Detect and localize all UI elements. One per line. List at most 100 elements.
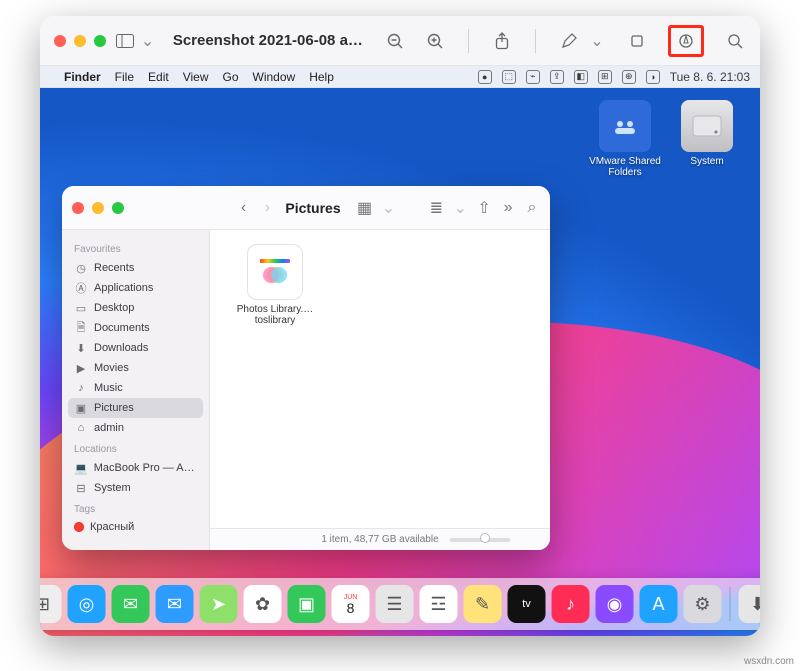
menubar-status-area: ● ⬚ ⌁ ⇪ ◧ ⊞ ⊕ ◑ Tue 8. 6. 21:03 <box>478 70 750 84</box>
dock-app-mail[interactable]: ✉ <box>156 585 194 623</box>
finder-toolbar: ‹ › Pictures ▦ ⌄ ≣ ⌄ ⇧ » ⌕ <box>62 186 550 230</box>
menu-edit[interactable]: Edit <box>148 70 169 84</box>
menubar: Finder File Edit View Go Window Help ● ⬚… <box>40 66 760 88</box>
menu-view[interactable]: View <box>183 70 209 84</box>
menubar-datetime[interactable]: Tue 8. 6. 21:03 <box>670 70 750 84</box>
finder-sidebar: Favourites ◷Recents ⒶApplications ▭Deskt… <box>62 230 210 550</box>
desktop-icon-system-disk[interactable]: System <box>668 100 746 167</box>
close-button[interactable] <box>72 202 84 214</box>
back-button[interactable]: ‹ <box>236 199 252 217</box>
menu-window[interactable]: Window <box>253 70 296 84</box>
sidebar-item-label: admin <box>94 422 124 434</box>
pen-icon[interactable] <box>558 30 580 52</box>
rotate-icon[interactable] <box>626 30 648 52</box>
dock-app-maps[interactable]: ➤ <box>200 585 238 623</box>
sidebar-item-recents[interactable]: ◷Recents <box>68 258 203 278</box>
sidebar-item-label: MacBook Pro — Admin <box>94 462 197 474</box>
dock-app-calendar[interactable]: JUN8 <box>332 585 370 623</box>
dock-app-facetime[interactable]: ▣ <box>288 585 326 623</box>
dock-app-safari[interactable]: ◎ <box>68 585 106 623</box>
divider <box>468 29 469 53</box>
finder-window: ‹ › Pictures ▦ ⌄ ≣ ⌄ ⇧ » ⌕ Favourites ◷R… <box>62 186 550 550</box>
dock-app-podcasts[interactable]: ◉ <box>596 585 634 623</box>
markup-icon[interactable] <box>675 30 697 52</box>
menu-file[interactable]: File <box>115 70 134 84</box>
close-button[interactable] <box>54 35 66 47</box>
menu-go[interactable]: Go <box>223 70 239 84</box>
desktop-icon-shared-folder[interactable]: VMware Shared Folders <box>586 100 664 178</box>
file-item-photos-library[interactable]: Photos Library.…toslibrary <box>230 244 320 326</box>
status-icon[interactable]: ◧ <box>574 70 588 84</box>
sidebar-item-macbook[interactable]: 💻 MacBook Pro — Admin <box>68 458 203 478</box>
dock-app-launchpad[interactable]: ⊞ <box>40 585 62 623</box>
minimize-button[interactable] <box>74 35 86 47</box>
sidebar-item-desktop[interactable]: ▭Desktop <box>68 298 203 318</box>
share-icon[interactable]: ⇧ <box>476 198 492 218</box>
finder-window-controls <box>72 202 124 214</box>
sidebar-item-documents[interactable]: 🗎Documents <box>68 318 203 338</box>
image-icon: ▣ <box>74 401 88 415</box>
sidebar-item-home[interactable]: ⌂admin <box>68 418 203 438</box>
window-controls <box>54 35 106 47</box>
chevron-down-icon[interactable]: ⌄ <box>452 198 468 218</box>
status-text: 1 item, 48,77 GB available <box>321 534 438 545</box>
search-icon[interactable] <box>724 30 746 52</box>
status-icon[interactable]: ⇪ <box>550 70 564 84</box>
dock-app-appstore[interactable]: A <box>640 585 678 623</box>
dock-app-reminders[interactable]: ☲ <box>420 585 458 623</box>
sidebar-item-pictures[interactable]: ▣Pictures <box>68 398 203 418</box>
movie-icon: ▶ <box>74 361 88 375</box>
menu-help[interactable]: Help <box>309 70 334 84</box>
sidebar-item-applications[interactable]: ⒶApplications <box>68 278 203 298</box>
share-icon[interactable] <box>491 30 513 52</box>
file-label: Photos Library.…toslibrary <box>230 304 320 326</box>
search-icon[interactable]: ⌕ <box>524 199 540 217</box>
sidebar-item-downloads[interactable]: ⬇Downloads <box>68 338 203 358</box>
sidebar-item-movies[interactable]: ▶Movies <box>68 358 203 378</box>
status-icon[interactable]: ● <box>478 70 492 84</box>
chevron-down-icon[interactable]: ⌄ <box>138 30 156 52</box>
sidebar-item-label: Recents <box>94 262 134 274</box>
dock-app-notes[interactable]: ✎ <box>464 585 502 623</box>
zoom-in-icon[interactable] <box>424 30 446 52</box>
sidebar-item-system[interactable]: ⊟System <box>68 478 203 498</box>
tag-dot-icon <box>74 522 84 532</box>
minimize-button[interactable] <box>92 202 104 214</box>
document-icon: 🗎 <box>74 321 88 335</box>
dock-downloads[interactable]: ⬇ <box>739 585 761 623</box>
forward-button[interactable]: › <box>259 199 275 217</box>
music-icon: ♪ <box>74 381 88 395</box>
zoom-out-icon[interactable] <box>384 30 406 52</box>
desktop-icon-label: VMware Shared Folders <box>586 156 664 178</box>
laptop-icon: 💻 <box>74 461 88 475</box>
status-icon[interactable]: ⬚ <box>502 70 516 84</box>
view-mode-icon[interactable]: ▦ <box>357 198 373 218</box>
fullscreen-button[interactable] <box>112 202 124 214</box>
group-icon[interactable]: ≣ <box>428 198 444 218</box>
sidebar-item-label: Downloads <box>94 342 148 354</box>
icon-size-slider-knob[interactable] <box>480 533 490 543</box>
finder-statusbar: 1 item, 48,77 GB available <box>210 528 550 550</box>
status-icon[interactable]: ⊕ <box>622 70 636 84</box>
dock-app-messages[interactable]: ✉ <box>112 585 150 623</box>
fullscreen-button[interactable] <box>94 35 106 47</box>
sidebar-item-label: Красный <box>90 521 134 533</box>
dock: ☺⊞◎✉✉➤✿▣JUN8☰☲✎tv♪◉A⚙⬇🗑 <box>40 578 760 630</box>
status-icon[interactable]: ⊞ <box>598 70 612 84</box>
dock-app-music[interactable]: ♪ <box>552 585 590 623</box>
dock-app-photos[interactable]: ✿ <box>244 585 282 623</box>
status-icon[interactable]: ◑ <box>646 70 660 84</box>
more-icon[interactable]: » <box>500 199 516 217</box>
dock-app-settings[interactable]: ⚙ <box>684 585 722 623</box>
finder-content[interactable]: Photos Library.…toslibrary 1 item, 48,77… <box>210 230 550 550</box>
dock-app-contacts[interactable]: ☰ <box>376 585 414 623</box>
dock-app-tv[interactable]: tv <box>508 585 546 623</box>
chevron-down-icon[interactable]: ⌄ <box>586 30 608 52</box>
status-icon[interactable]: ⌁ <box>526 70 540 84</box>
sidebar-toggle-icon[interactable] <box>116 30 134 52</box>
sidebar-tag-red[interactable]: Красный <box>68 518 203 536</box>
menubar-app-name[interactable]: Finder <box>64 70 101 84</box>
chevron-down-icon[interactable]: ⌄ <box>381 198 397 218</box>
sidebar-item-music[interactable]: ♪Music <box>68 378 203 398</box>
desktop-icon: ▭ <box>74 301 88 315</box>
